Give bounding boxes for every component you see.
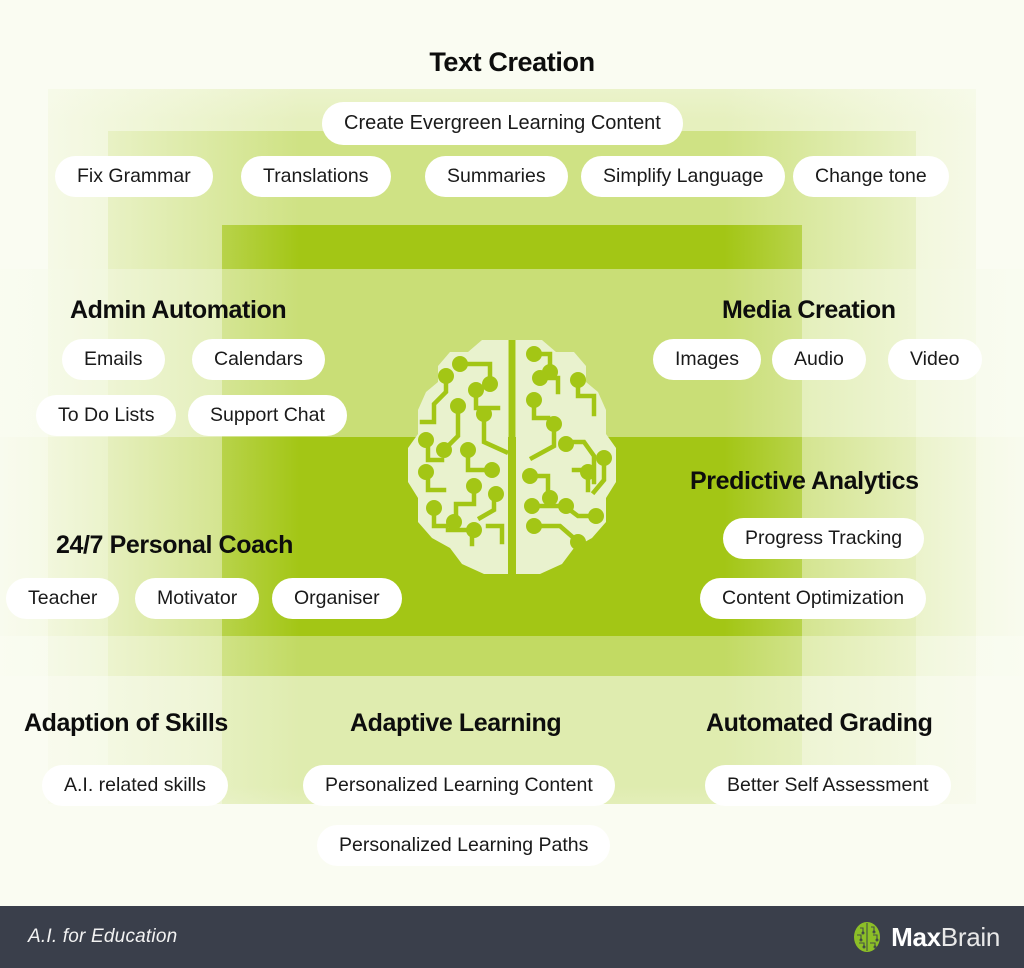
heading-admin-automation: Admin Automation	[70, 296, 287, 324]
pill-emails[interactable]: Emails	[62, 339, 165, 380]
pill-change-tone[interactable]: Change tone	[793, 156, 949, 197]
pill-fix-grammar[interactable]: Fix Grammar	[55, 156, 213, 197]
footer-bar: A.I. for Education MaxBrain	[0, 906, 1024, 968]
logo-word-brain: Brain	[940, 921, 1001, 952]
pill-teacher[interactable]: Teacher	[6, 578, 120, 619]
heading-text-creation: Text Creation	[429, 47, 595, 77]
heading-predictive-analytics: Predictive Analytics	[690, 467, 919, 495]
pill-progress-tracking[interactable]: Progress Tracking	[723, 518, 925, 559]
pill-video[interactable]: Video	[888, 339, 982, 380]
pill-organiser[interactable]: Organiser	[272, 578, 402, 619]
infographic-canvas: Text Creation Create Evergreen Learning …	[0, 0, 1024, 968]
pill-personalized-learning-paths[interactable]: Personalized Learning Paths	[317, 825, 611, 866]
pill-motivator[interactable]: Motivator	[135, 578, 260, 619]
pill-content-optimization[interactable]: Content Optimization	[700, 578, 927, 619]
heading-personal-coach: 24/7 Personal Coach	[56, 531, 293, 559]
pill-audio[interactable]: Audio	[772, 339, 866, 380]
heading-adaption-of-skills: Adaption of Skills	[24, 709, 228, 737]
pill-images[interactable]: Images	[653, 339, 761, 380]
logo-word-max: Max	[891, 921, 941, 952]
logo-wordmark: MaxBrain	[891, 922, 1000, 953]
maxbrain-logo[interactable]: MaxBrain	[852, 921, 1000, 953]
heading-adaptive-learning: Adaptive Learning	[350, 709, 562, 737]
footer-tagline: A.I. for Education	[28, 926, 178, 947]
pill-ai-related-skills[interactable]: A.I. related skills	[42, 765, 228, 806]
pill-translations[interactable]: Translations	[241, 156, 391, 197]
pill-to-do-lists[interactable]: To Do Lists	[36, 395, 177, 436]
pill-summaries[interactable]: Summaries	[425, 156, 568, 197]
brain-logo-icon	[852, 921, 882, 953]
pill-simplify-language[interactable]: Simplify Language	[581, 156, 786, 197]
pill-support-chat[interactable]: Support Chat	[188, 395, 347, 436]
pill-personalized-learning-content[interactable]: Personalized Learning Content	[303, 765, 615, 806]
heading-media-creation: Media Creation	[722, 296, 896, 324]
pill-create-evergreen-learning-content[interactable]: Create Evergreen Learning Content	[322, 102, 683, 145]
pill-better-self-assessment[interactable]: Better Self Assessment	[705, 765, 951, 806]
heading-automated-grading: Automated Grading	[706, 709, 933, 737]
pill-calendars[interactable]: Calendars	[192, 339, 325, 380]
